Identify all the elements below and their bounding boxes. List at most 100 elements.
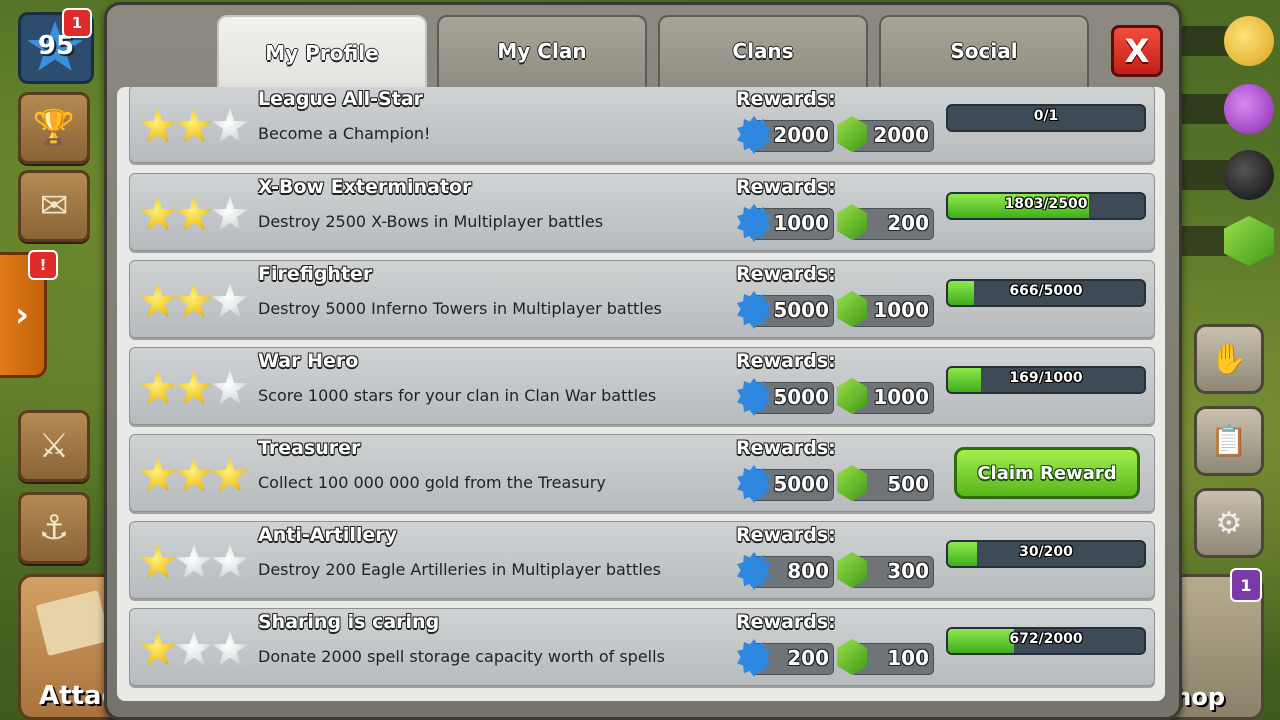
achievement-description: Destroy 200 Eagle Artilleries in Multipl… xyxy=(258,560,661,579)
gem-reward-value: 2000 xyxy=(873,123,929,147)
progress-text: 666/5000 xyxy=(1009,283,1083,299)
profile-achievements-modal: My Profile My Clan Clans Social X League… xyxy=(104,2,1182,720)
achievement-row: Firefighter Destroy 5000 Inferno Towers i… xyxy=(129,260,1155,338)
star-filled-icon xyxy=(176,457,212,492)
progress-text: 672/2000 xyxy=(1009,631,1083,647)
achievement-description: Score 1000 stars for your clan in Clan W… xyxy=(258,386,657,405)
close-icon: X xyxy=(1124,32,1150,70)
achievement-stars xyxy=(140,544,250,582)
rewards-label: Rewards: xyxy=(736,611,836,633)
achievement-progress-bar: 0/1 xyxy=(946,104,1146,132)
star-empty-icon xyxy=(212,196,248,231)
achievement-stars xyxy=(140,457,250,495)
settings-button[interactable]: ⚙ xyxy=(1194,488,1264,558)
achievement-row: War Hero Score 1000 stars for your clan i… xyxy=(129,347,1155,425)
gem-reward-value: 1000 xyxy=(873,385,929,409)
news-button[interactable]: 📋 xyxy=(1194,406,1264,476)
achievement-row: Treasurer Collect 100 000 000 gold from t… xyxy=(129,434,1155,512)
star-empty-icon xyxy=(212,370,248,405)
achievement-stars xyxy=(140,283,250,321)
notes-icon: 📋 xyxy=(1210,423,1248,459)
shop-notification-badge: 1 xyxy=(1230,568,1262,602)
star-filled-icon xyxy=(140,631,176,666)
star-empty-icon xyxy=(176,631,212,666)
star-filled-icon xyxy=(140,283,176,318)
achievement-title: Anti-Artillery xyxy=(258,524,398,546)
achievement-progress-bar: 672/2000 xyxy=(946,627,1146,655)
tab-my-profile[interactable]: My Profile xyxy=(217,15,427,93)
achievement-row: Anti-Artillery Destroy 200 Eagle Artiller… xyxy=(129,521,1155,599)
xp-reward-value: 5000 xyxy=(773,385,829,409)
achievement-title: Firefighter xyxy=(258,263,373,285)
progress-text: 30/200 xyxy=(1019,544,1073,560)
leaderboard-button[interactable]: 🏆 xyxy=(18,92,90,164)
xp-reward-value: 5000 xyxy=(773,472,829,496)
achievement-stars xyxy=(140,196,250,234)
star-filled-icon xyxy=(212,457,248,492)
level-notification-badge: 1 xyxy=(62,8,92,38)
tab-social[interactable]: Social xyxy=(879,15,1089,89)
xp-reward-value: 200 xyxy=(787,646,829,670)
achievement-row: League All-Star Become a Champion! Rewards… xyxy=(129,87,1155,163)
star-filled-icon xyxy=(176,283,212,318)
star-empty-icon xyxy=(212,283,248,318)
gem-reward-value: 500 xyxy=(887,472,929,496)
achievement-description: Become a Champion! xyxy=(258,124,431,143)
star-filled-icon xyxy=(176,370,212,405)
xp-reward-value: 5000 xyxy=(773,298,829,322)
close-button[interactable]: X xyxy=(1111,25,1163,77)
achievement-title: X-Bow Exterminator xyxy=(258,176,472,198)
star-filled-icon xyxy=(176,108,212,143)
star-filled-icon xyxy=(140,370,176,405)
map-icon xyxy=(35,590,111,656)
achievements-list[interactable]: League All-Star Become a Champion! Rewards… xyxy=(117,87,1165,701)
messages-button[interactable]: ✉ xyxy=(18,170,90,242)
tab-clans[interactable]: Clans xyxy=(658,15,868,89)
xp-reward-value: 2000 xyxy=(773,123,829,147)
achievement-row: Sharing is caring Donate 2000 spell stora… xyxy=(129,608,1155,686)
star-empty-icon xyxy=(212,631,248,666)
gem-reward-value: 200 xyxy=(887,211,929,235)
rewards-label: Rewards: xyxy=(736,524,836,546)
claim-reward-button[interactable]: Claim Reward xyxy=(954,447,1140,499)
dark-elixir-drop-icon xyxy=(1224,150,1274,200)
achievement-progress-bar: 169/1000 xyxy=(946,366,1146,394)
builder-base-button[interactable]: ⚓ xyxy=(18,492,90,564)
edit-layout-button[interactable]: ✋ xyxy=(1194,324,1264,394)
progress-text: 0/1 xyxy=(1033,108,1059,124)
xp-reward-value: 800 xyxy=(787,559,829,583)
xp-reward-value: 1000 xyxy=(773,211,829,235)
achievement-description: Destroy 5000 Inferno Towers in Multiplay… xyxy=(258,299,662,318)
star-filled-icon xyxy=(140,457,176,492)
tab-my-clan[interactable]: My Clan xyxy=(437,15,647,89)
star-empty-icon xyxy=(212,544,248,579)
progress-text: 169/1000 xyxy=(1009,370,1083,386)
achievement-row: X-Bow Exterminator Destroy 2500 X-Bows in… xyxy=(129,173,1155,251)
achievement-stars xyxy=(140,370,250,408)
star-empty-icon xyxy=(212,108,248,143)
achievement-title: League All-Star xyxy=(258,88,424,110)
side-tab-alert-badge: ! xyxy=(28,250,58,280)
star-filled-icon xyxy=(140,544,176,579)
star-filled-icon xyxy=(176,196,212,231)
gem-reward-value: 100 xyxy=(887,646,929,670)
gold-coin-icon xyxy=(1224,16,1274,66)
rewards-label: Rewards: xyxy=(736,263,836,285)
boat-icon: ⚓ xyxy=(38,508,70,548)
trophy-icon: 🏆 xyxy=(32,108,76,148)
crossed-swords-icon: ⚔ xyxy=(38,426,70,466)
star-filled-icon xyxy=(140,108,176,143)
rewards-label: Rewards: xyxy=(736,176,836,198)
gem-reward-value: 1000 xyxy=(873,298,929,322)
clan-war-button[interactable]: ⚔ xyxy=(18,410,90,482)
achievement-title: Treasurer xyxy=(258,437,361,459)
envelope-icon: ✉ xyxy=(39,186,69,226)
modal-tabs: My Profile My Clan Clans Social xyxy=(217,15,1097,93)
achievement-title: War Hero xyxy=(258,350,359,372)
rewards-label: Rewards: xyxy=(736,437,836,459)
achievement-description: Collect 100 000 000 gold from the Treasu… xyxy=(258,473,606,492)
chevron-right-icon: › xyxy=(14,295,29,335)
achievement-description: Destroy 2500 X-Bows in Multiplayer battl… xyxy=(258,212,604,231)
achievement-title: Sharing is caring xyxy=(258,611,440,633)
gear-icon: ⚙ xyxy=(1215,505,1243,541)
